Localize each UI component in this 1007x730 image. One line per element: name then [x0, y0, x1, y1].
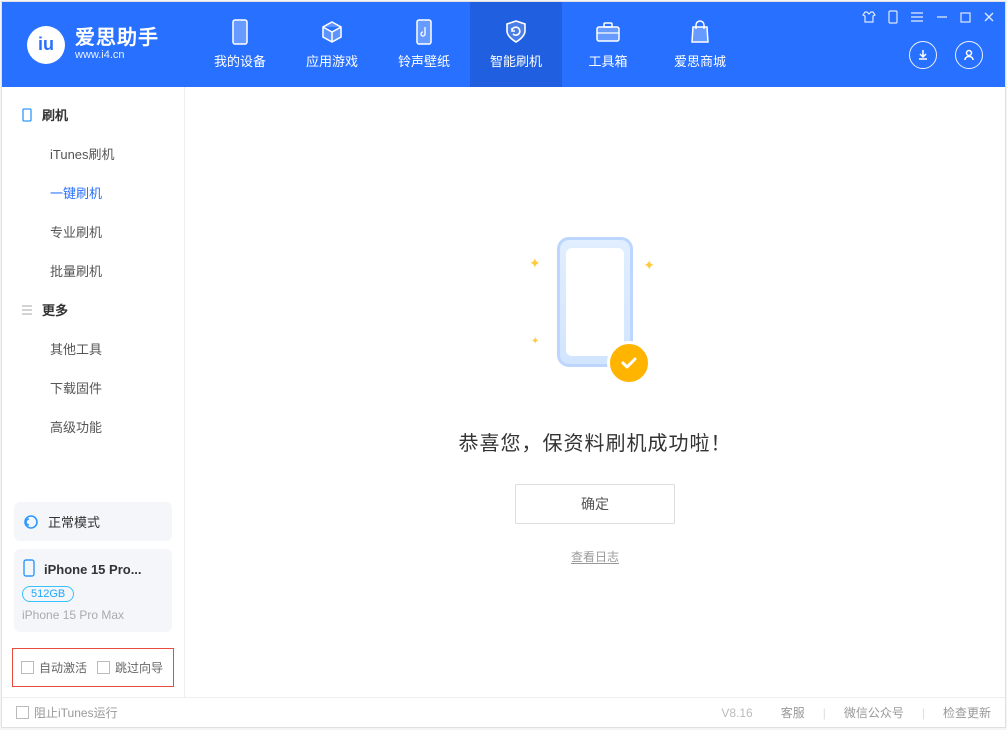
download-button[interactable] — [909, 41, 937, 69]
refresh-shield-icon — [503, 19, 529, 45]
checkbox-label: 自动激活 — [39, 659, 87, 676]
menu-icon[interactable] — [910, 11, 924, 26]
checkbox-icon — [21, 661, 34, 674]
sidebar-group-flash: 刷机 — [2, 95, 184, 134]
check-update-link[interactable]: 检查更新 — [943, 704, 991, 721]
sidebar-item-download-firmware[interactable]: 下载固件 — [2, 368, 184, 407]
logo-icon: iu — [27, 26, 65, 64]
success-illustration: ✦ ✦ ✦ — [495, 237, 695, 387]
device-phone-icon — [22, 559, 36, 580]
nav-tab-toolbox[interactable]: 工具箱 — [562, 2, 654, 87]
skin-icon[interactable] — [862, 10, 876, 27]
nav-label: 爱思商城 — [674, 51, 726, 70]
sidebar-item-batch-flash[interactable]: 批量刷机 — [2, 251, 184, 290]
sparkle-icon: ✦ — [529, 255, 541, 272]
device-card[interactable]: iPhone 15 Pro... 512GB iPhone 15 Pro Max — [14, 549, 172, 632]
view-log-link[interactable]: 查看日志 — [571, 548, 619, 565]
sidebar-item-advanced[interactable]: 高级功能 — [2, 407, 184, 446]
group-label: 刷机 — [42, 105, 68, 124]
nav-label: 我的设备 — [214, 51, 266, 70]
device-storage-badge: 512GB — [22, 586, 74, 602]
sidebar-item-other-tools[interactable]: 其他工具 — [2, 329, 184, 368]
app-subtitle: www.i4.cn — [75, 49, 159, 61]
nav-tab-flash[interactable]: 智能刷机 — [470, 2, 562, 87]
sparkle-icon: ✦ — [643, 257, 655, 274]
success-message: 恭喜您，保资料刷机成功啦！ — [459, 427, 732, 456]
footer: 阻止iTunes运行 V8.16 客服 | 微信公众号 | 检查更新 — [2, 697, 1005, 727]
logo: iu 爱思助手 www.i4.cn — [2, 2, 184, 87]
checkbox-skip-guide[interactable]: 跳过向导 — [97, 659, 163, 676]
minimize-icon[interactable] — [936, 11, 948, 26]
flash-group-icon — [20, 108, 34, 122]
version-text: V8.16 — [721, 706, 752, 720]
header-actions — [909, 41, 983, 69]
sidebar-group-more: 更多 — [2, 290, 184, 329]
nav-label: 铃声壁纸 — [398, 51, 450, 70]
phone-icon — [227, 19, 253, 45]
window-controls — [862, 10, 995, 27]
nav-label: 工具箱 — [588, 51, 627, 70]
nav-tab-apps[interactable]: 应用游戏 — [286, 2, 378, 87]
toolbox-icon — [595, 19, 621, 45]
main-content: ✦ ✦ ✦ 恭喜您，保资料刷机成功啦！ 确定 查看日志 — [185, 87, 1005, 697]
check-badge-icon — [607, 341, 651, 385]
nav-tab-store[interactable]: 爱思商城 — [654, 2, 746, 87]
more-group-icon — [20, 303, 34, 317]
cube-icon — [319, 19, 345, 45]
sidebar-item-pro-flash[interactable]: 专业刷机 — [2, 212, 184, 251]
nav-tab-device[interactable]: 我的设备 — [194, 2, 286, 87]
app-title: 爱思助手 — [75, 27, 159, 49]
checkbox-block-itunes[interactable]: 阻止iTunes运行 — [16, 704, 118, 721]
wechat-link[interactable]: 微信公众号 — [844, 704, 904, 721]
sidebar: 刷机 iTunes刷机 一键刷机 专业刷机 批量刷机 更多 其他工具 下载固件 … — [2, 87, 185, 697]
checkbox-auto-activate[interactable]: 自动激活 — [21, 659, 87, 676]
options-box: 自动激活 跳过向导 — [12, 648, 174, 687]
maximize-icon[interactable] — [960, 11, 971, 26]
checkbox-icon — [16, 706, 29, 719]
ok-button[interactable]: 确定 — [515, 484, 675, 524]
mobile-icon[interactable] — [888, 10, 898, 27]
bag-icon — [687, 19, 713, 45]
user-button[interactable] — [955, 41, 983, 69]
sidebar-item-oneclick-flash[interactable]: 一键刷机 — [2, 173, 184, 212]
device-mode-status[interactable]: 正常模式 — [14, 502, 172, 541]
sidebar-item-itunes-flash[interactable]: iTunes刷机 — [2, 134, 184, 173]
checkbox-label: 跳过向导 — [115, 659, 163, 676]
music-icon — [411, 19, 437, 45]
nav-tabs: 我的设备 应用游戏 铃声壁纸 智能刷机 — [194, 2, 746, 87]
status-icon — [22, 513, 40, 531]
app-header: iu 爱思助手 www.i4.cn 我的设备 应用游戏 — [2, 2, 1005, 87]
close-icon[interactable] — [983, 11, 995, 26]
support-link[interactable]: 客服 — [781, 704, 805, 721]
group-label: 更多 — [42, 300, 68, 319]
device-model: iPhone 15 Pro Max — [22, 608, 164, 622]
nav-label: 智能刷机 — [490, 51, 542, 70]
sparkle-icon: ✦ — [531, 336, 539, 347]
status-text: 正常模式 — [48, 512, 100, 531]
nav-label: 应用游戏 — [306, 51, 358, 70]
checkbox-icon — [97, 661, 110, 674]
nav-tab-ringtone[interactable]: 铃声壁纸 — [378, 2, 470, 87]
checkbox-label: 阻止iTunes运行 — [34, 704, 118, 721]
device-name: iPhone 15 Pro... — [44, 562, 142, 577]
